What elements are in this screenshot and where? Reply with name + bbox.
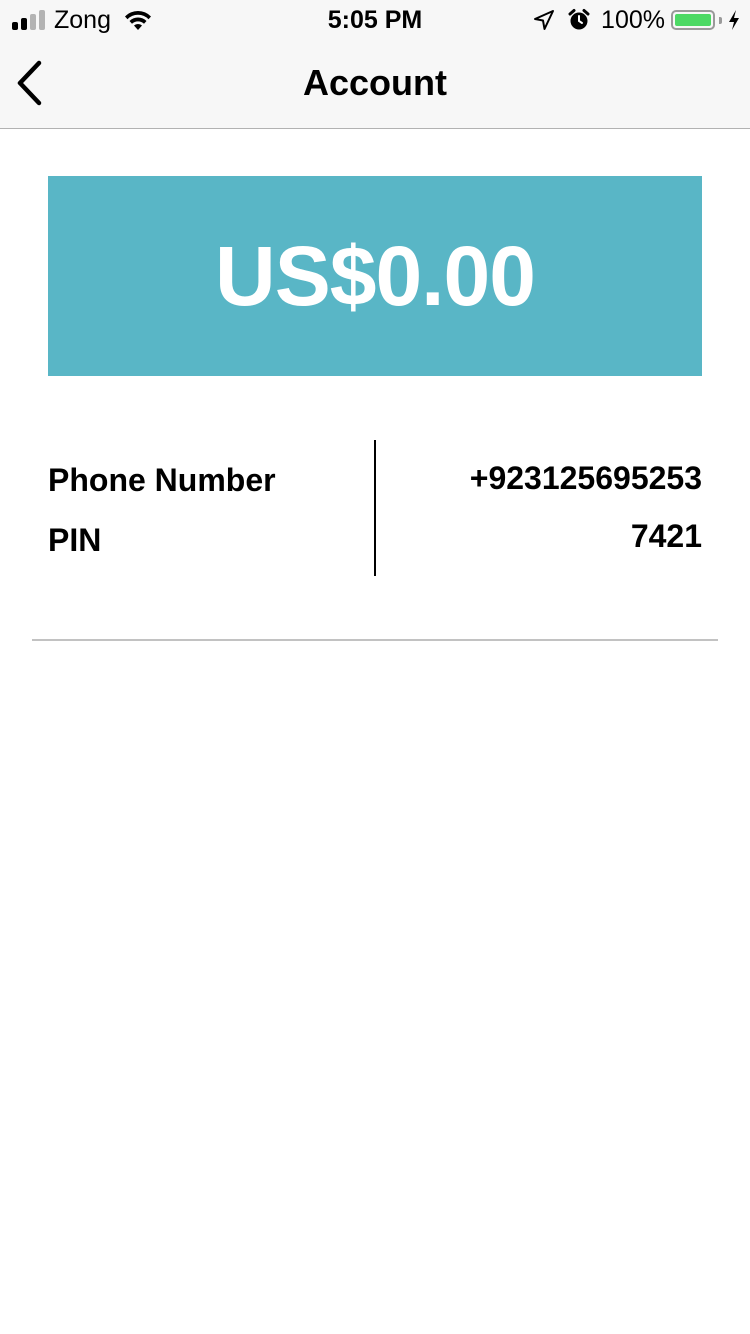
charging-bolt-icon xyxy=(729,10,739,30)
location-arrow-icon xyxy=(534,10,555,30)
battery-percent: 100% xyxy=(601,5,665,34)
nav-bar: Account xyxy=(0,40,750,129)
battery-fill xyxy=(675,14,711,26)
pin-value: 7421 xyxy=(630,518,702,554)
vertical-divider xyxy=(374,440,376,576)
balance-card: US$0.00 xyxy=(48,176,702,376)
status-bar: Zong 5:05 PM 100% xyxy=(0,0,750,40)
info-values: +923125695253 7421 xyxy=(470,456,702,572)
back-button[interactable] xyxy=(14,58,48,108)
account-info: Phone Number PIN +923125695253 7421 xyxy=(48,440,702,576)
section-divider xyxy=(32,639,718,641)
pin-label: PIN xyxy=(48,522,102,558)
alarm-icon xyxy=(568,9,590,30)
phone-number-value: +923125695253 xyxy=(469,460,702,496)
battery-cap xyxy=(719,16,722,24)
phone-number-label: Phone Number xyxy=(48,462,276,498)
status-right: 100% xyxy=(533,6,740,34)
battery-icon xyxy=(671,10,715,30)
balance-amount: US$0.00 xyxy=(215,228,536,323)
page-title: Account xyxy=(303,62,447,103)
info-labels: Phone Number PIN xyxy=(48,456,276,576)
chevron-left-icon xyxy=(17,60,42,106)
